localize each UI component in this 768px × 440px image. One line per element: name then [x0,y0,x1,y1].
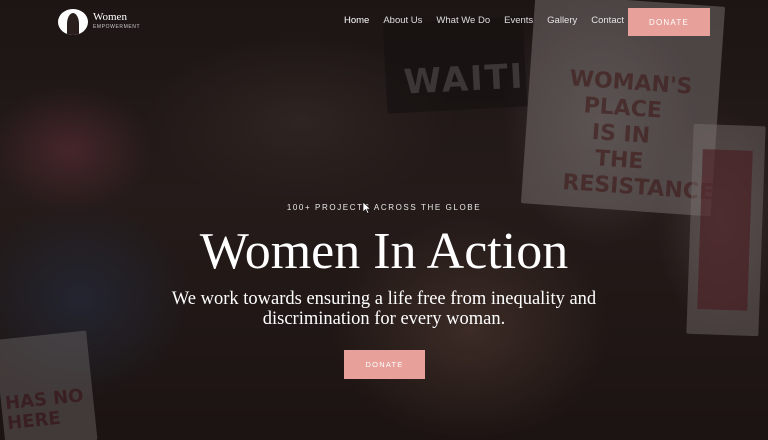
mouse-cursor-icon [363,202,371,214]
hero-title: Women In Action [199,223,569,280]
hero-content: 100+ PROJECTS ACROSS THE GLOBE Women In … [0,0,768,440]
hero-kicker: 100+ PROJECTS ACROSS THE GLOBE [286,203,482,212]
hero-donate-button[interactable]: DONATE [344,350,425,379]
hero-subtitle: We work towards ensuring a life free fro… [171,289,597,329]
